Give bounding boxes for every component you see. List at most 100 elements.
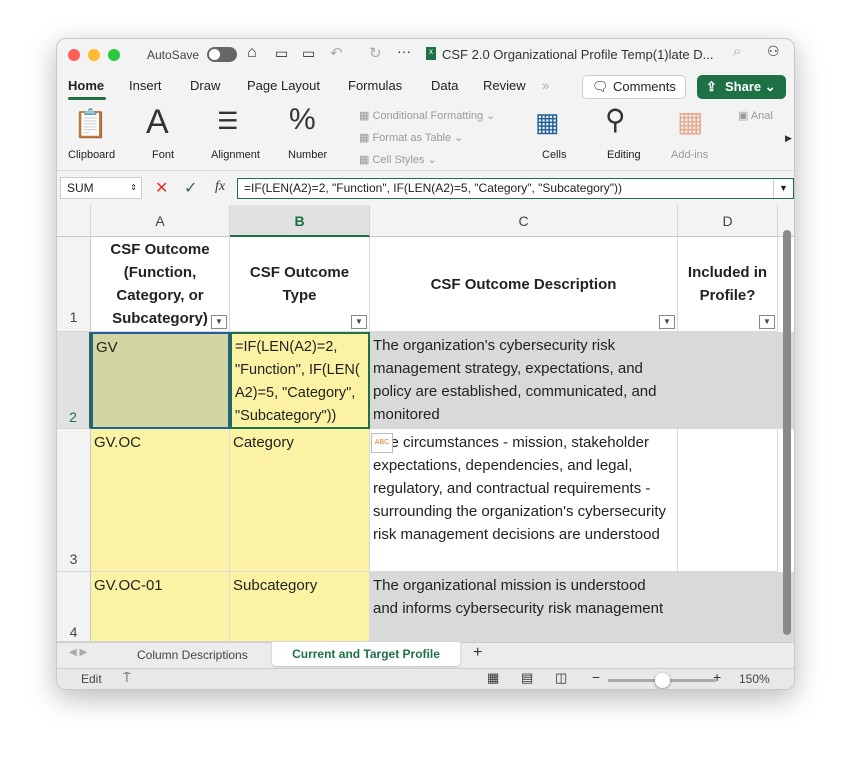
zoom-level[interactable]: 150% — [739, 672, 770, 686]
cell-d3[interactable] — [678, 429, 778, 572]
row-header-2[interactable]: 2 — [57, 332, 91, 429]
undo-icon[interactable]: ↶ — [330, 44, 343, 62]
more-icon[interactable]: ··· — [397, 43, 411, 59]
cell-c2[interactable]: The organization's cybersecurity risk ma… — [370, 332, 678, 429]
analyze-label: Anal — [750, 110, 773, 122]
addins-label[interactable]: Add-ins — [671, 149, 708, 161]
font-icon[interactable]: A — [146, 103, 169, 142]
tab-draw[interactable]: Draw — [190, 78, 220, 93]
comments-label: Comments — [613, 79, 676, 94]
share-label: Share — [725, 79, 762, 94]
row-header-3[interactable]: 3 — [57, 429, 91, 572]
zoom-in-icon[interactable]: + — [713, 669, 721, 685]
add-sheet-icon[interactable]: + — [473, 644, 482, 662]
alignment-label[interactable]: Alignment — [211, 149, 260, 161]
cell-b2-editing[interactable]: =IF(LEN(A2)=2, "Function", IF(LEN( A2)=5… — [230, 332, 370, 429]
redo-icon[interactable]: ↻ — [369, 44, 382, 62]
format-table-label: Format as Table — [372, 132, 452, 144]
cell-c4[interactable]: The organizational mission is understood… — [370, 572, 678, 642]
page-break-view-icon[interactable]: ◫ — [555, 670, 567, 686]
header-c-text: CSF Outcome Description — [430, 275, 617, 293]
comment-icon: 🗨 — [592, 79, 609, 94]
header-cell-b[interactable]: CSF Outcome Type ▼ — [230, 237, 370, 332]
analyze-button[interactable]: ▣ Anal — [738, 109, 773, 122]
cell-b3[interactable]: Category — [230, 429, 370, 572]
addins-icon[interactable]: ▦ — [677, 105, 703, 138]
vertical-scrollbar[interactable] — [783, 230, 791, 635]
normal-view-icon[interactable]: ▦ — [487, 670, 499, 686]
filter-dropdown-icon[interactable]: ▼ — [211, 315, 227, 329]
row-header-1[interactable]: 1 — [57, 237, 91, 332]
zoom-button[interactable] — [108, 49, 120, 61]
tab-page-layout[interactable]: Page Layout — [247, 78, 320, 93]
zoom-slider[interactable] — [608, 673, 716, 688]
autosave-toggle[interactable] — [207, 47, 237, 62]
formula-text: =IF(LEN(A2)=2, "Function", IF(LEN(A2)=5,… — [244, 181, 623, 195]
number-label[interactable]: Number — [288, 149, 327, 161]
save-icon[interactable]: ▭ — [275, 45, 288, 62]
account-icon[interactable]: ⚇ — [767, 43, 780, 60]
more-tabs-icon[interactable]: » — [542, 78, 549, 93]
column-header-c[interactable]: C — [370, 205, 678, 237]
editing-label[interactable]: Editing — [607, 149, 641, 161]
cell-a2[interactable]: GV — [91, 332, 230, 429]
filter-dropdown-icon[interactable]: ▼ — [759, 315, 775, 329]
filter-dropdown-icon[interactable]: ▼ — [351, 315, 367, 329]
spellcheck-icon[interactable]: ABC — [371, 433, 393, 453]
select-all[interactable] — [57, 205, 91, 237]
home-icon[interactable]: ⌂ — [247, 44, 257, 62]
enter-icon[interactable]: ✓ — [184, 178, 197, 198]
cells-icon[interactable]: ▦ — [535, 107, 560, 138]
row-header-4[interactable]: 4 — [57, 572, 91, 642]
cancel-icon[interactable]: ✕ — [155, 178, 168, 198]
tab-formulas[interactable]: Formulas — [348, 78, 402, 93]
header-cell-a[interactable]: CSF Outcome (Function, Category, or Subc… — [91, 237, 230, 332]
active-tab-indicator — [68, 97, 106, 100]
formula-input[interactable]: =IF(LEN(A2)=2, "Function", IF(LEN(A2)=5,… — [237, 178, 794, 199]
cell-c3[interactable]: The circumstances - mission, stakeholder… — [370, 429, 678, 572]
document-title[interactable]: CSF 2.0 Organizational Profile Temp(1)la… — [442, 47, 713, 62]
sheet-tab-current-target-profile[interactable]: Current and Target Profile — [272, 642, 460, 666]
zoom-slider-thumb[interactable] — [655, 673, 670, 688]
accessibility-icon[interactable]: ⍑ — [123, 670, 131, 686]
cell-b4[interactable]: Subcategory — [230, 572, 370, 642]
header-cell-d[interactable]: Included in Profile? ▼ — [678, 237, 778, 332]
conditional-formatting-button[interactable]: ▦ Conditional Formatting ⌄ — [359, 109, 495, 122]
cells-label[interactable]: Cells — [542, 149, 566, 161]
share-button[interactable]: ⇪ Share ⌄ — [697, 75, 786, 99]
tab-insert[interactable]: Insert — [129, 78, 162, 93]
sheet-tab-column-descriptions[interactable]: Column Descriptions — [137, 648, 248, 662]
font-label[interactable]: Font — [152, 149, 174, 161]
cell-a4[interactable]: GV.OC-01 — [91, 572, 230, 642]
clipboard-label[interactable]: Clipboard — [68, 149, 115, 161]
page-layout-view-icon[interactable]: ▤ — [521, 670, 533, 686]
percent-icon[interactable]: % — [289, 103, 316, 137]
search-icon[interactable]: ⌕ — [733, 43, 741, 60]
mode-indicator: Edit — [81, 672, 102, 686]
format-as-table-button[interactable]: ▦ Format as Table ⌄ — [359, 131, 463, 144]
comments-button[interactable]: 🗨 Comments — [582, 75, 686, 99]
zoom-out-icon[interactable]: − — [592, 669, 600, 685]
column-header-b[interactable]: B — [230, 205, 370, 237]
name-box[interactable]: SUM ⇕ — [60, 177, 142, 199]
minimize-button[interactable] — [88, 49, 100, 61]
cell-styles-button[interactable]: ▦ Cell Styles ⌄ — [359, 153, 437, 166]
editing-search-icon[interactable]: ⚲ — [605, 103, 626, 136]
tab-data[interactable]: Data — [431, 78, 458, 93]
prev-sheet-icon[interactable]: ◀ ▶ — [69, 647, 87, 658]
tab-home[interactable]: Home — [68, 78, 104, 93]
ribbon-scroll-right-icon[interactable]: ▶ — [785, 133, 792, 144]
filter-dropdown-icon[interactable]: ▼ — [659, 315, 675, 329]
cell-d4[interactable] — [678, 572, 794, 642]
clipboard-icon[interactable]: 📋 — [73, 107, 108, 140]
header-cell-c[interactable]: CSF Outcome Description ▼ — [370, 237, 678, 332]
alignment-icon[interactable]: ☰ — [217, 107, 239, 136]
tab-review[interactable]: Review — [483, 78, 526, 93]
column-header-a[interactable]: A — [91, 205, 230, 237]
cell-a3[interactable]: GV.OC — [91, 429, 230, 572]
fx-icon[interactable]: fx — [215, 179, 225, 195]
close-button[interactable] — [68, 49, 80, 61]
cell-d2[interactable] — [678, 332, 794, 429]
save-as-icon[interactable]: ▭ — [302, 45, 315, 62]
column-header-d[interactable]: D — [678, 205, 778, 237]
